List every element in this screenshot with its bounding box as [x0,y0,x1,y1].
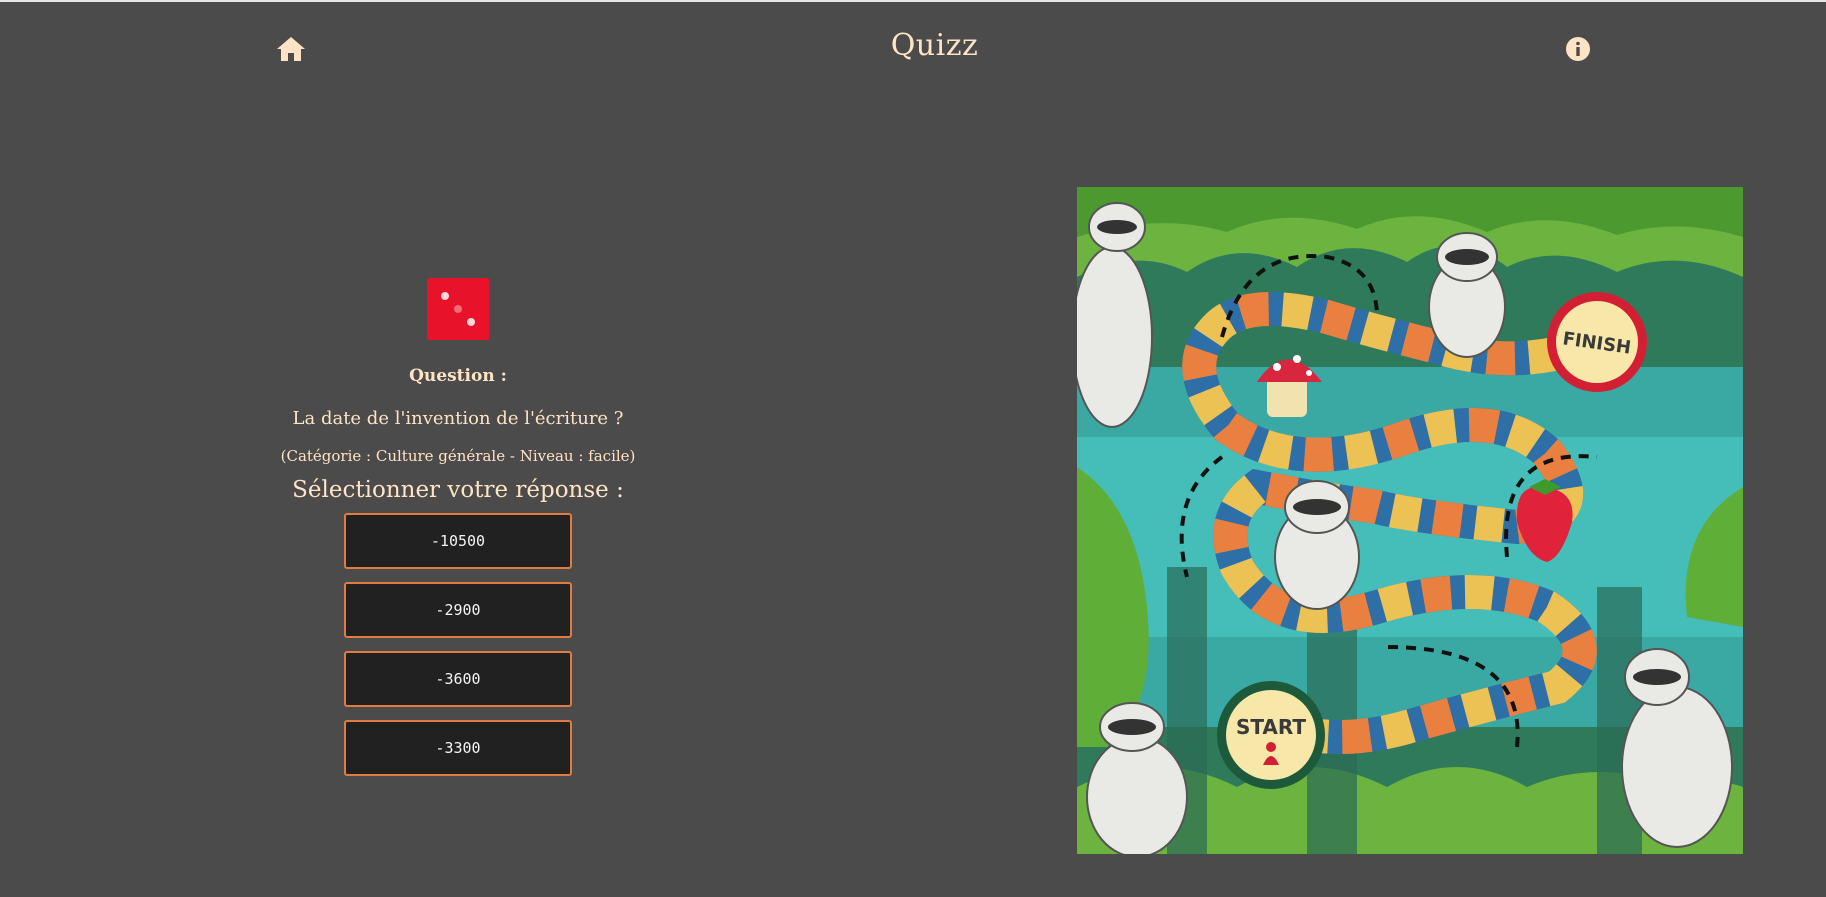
start-label: START [1236,715,1306,739]
select-answer-prompt: Sélectionner votre réponse : [292,477,624,503]
quiz-panel: Question : La date de l'invention de l'é… [230,275,686,789]
question-text: La date de l'invention de l'écriture ? [292,408,624,429]
top-bar: Quizz [0,0,1826,97]
info-icon[interactable] [1565,36,1591,62]
answer-button-3[interactable]: -3600 [344,651,572,707]
dice-pip [467,318,475,326]
dice-pip [441,292,449,300]
answer-list: -10500 -2900 -3600 -3300 [230,513,686,776]
question-label: Question : [409,366,507,386]
dice-icon[interactable] [427,278,489,340]
answer-button-2[interactable]: -2900 [344,582,572,638]
game-board: FINISH START [1077,187,1743,854]
dice-pip [454,305,462,313]
answer-button-1[interactable]: -10500 [344,513,572,569]
question-category: (Catégorie : Culture générale - Niveau :… [280,447,636,465]
board-illustration: FINISH START [1077,187,1743,854]
app-title: Quizz [890,28,979,63]
answer-button-4[interactable]: -3300 [344,720,572,776]
